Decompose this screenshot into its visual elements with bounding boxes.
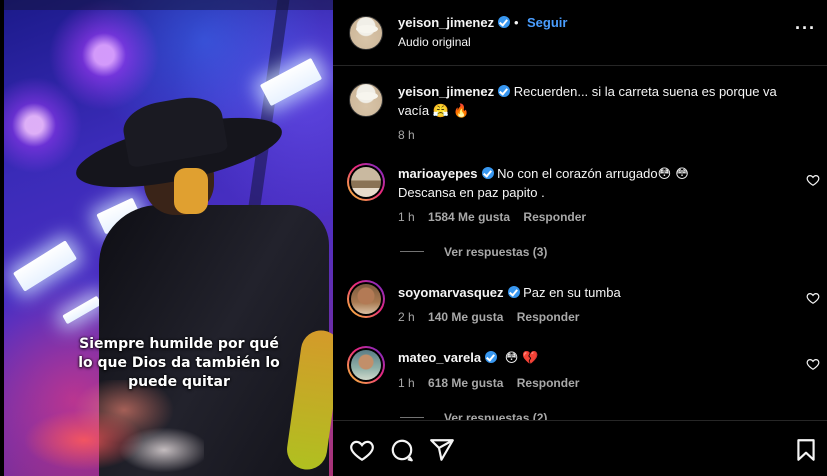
bookmark-icon[interactable]	[793, 437, 819, 463]
separator-dot: •	[514, 15, 519, 30]
caption-username[interactable]: yeison_jimenez	[398, 84, 494, 99]
heart-icon[interactable]	[349, 437, 375, 463]
more-horizontal-icon[interactable]: ···	[795, 18, 816, 39]
heart-icon[interactable]	[806, 357, 820, 371]
caption-time[interactable]: 8 h	[398, 128, 415, 142]
comment-username[interactable]: soyomarvasquez	[398, 285, 504, 300]
stage-light	[62, 295, 102, 325]
comment-likes[interactable]: 140 Me gusta	[428, 310, 503, 324]
reply-button[interactable]: Responder	[517, 310, 580, 324]
view-replies-button[interactable]: Ver respuestas (3)	[444, 245, 547, 259]
emoji: 😳 😳	[657, 167, 689, 182]
post-panel: yeison_jimenez • Seguir Audio original ·…	[333, 0, 827, 476]
verified-badge-icon	[507, 286, 520, 298]
reply-button[interactable]: Responder	[523, 210, 586, 224]
comment-time[interactable]: 1 h	[398, 210, 415, 224]
emoji: 😳 💔	[504, 351, 539, 366]
avatar[interactable]	[349, 83, 383, 117]
comment-time[interactable]: 2 h	[398, 310, 415, 324]
comment-text: mateo_varela 😳 💔	[398, 348, 539, 368]
heart-icon[interactable]	[806, 173, 820, 187]
stage-light	[12, 240, 78, 292]
caption-text-line2: vacía 😤 🔥	[398, 103, 470, 119]
comment-meta: 1 h 1584 Me gusta Responder	[398, 210, 586, 224]
avatar[interactable]	[347, 346, 385, 384]
replies-divider	[400, 251, 424, 252]
reel-video[interactable]: Siempre humilde por qué lo que Dios da t…	[4, 0, 333, 476]
comment-username[interactable]: marioayepes	[398, 166, 478, 181]
comment-time[interactable]: 1 h	[398, 376, 415, 390]
avatar[interactable]	[347, 163, 385, 201]
reply-button[interactable]: Responder	[517, 376, 580, 390]
share-icon[interactable]	[429, 437, 455, 463]
verified-badge-icon	[481, 167, 494, 179]
verified-badge-icon	[498, 85, 511, 97]
video-caption: Siempre humilde por qué lo que Dios da t…	[78, 336, 280, 390]
comment-likes[interactable]: 618 Me gusta	[428, 376, 503, 390]
emoji: 😤 🔥	[432, 104, 470, 119]
comment-text-line2: Descansa en paz papito .	[398, 185, 545, 200]
comment-meta: 2 h 140 Me gusta Responder	[398, 310, 579, 324]
audio-label[interactable]: Audio original	[398, 33, 471, 52]
post-header: yeison_jimenez • Seguir Audio original ·…	[333, 0, 827, 66]
header-username[interactable]: yeison_jimenez	[398, 15, 511, 30]
comment-icon[interactable]	[389, 437, 415, 463]
verified-badge-icon	[498, 16, 511, 28]
avatar[interactable]	[347, 280, 385, 318]
follow-button[interactable]: Seguir	[527, 15, 567, 30]
palm-artwork	[24, 380, 204, 476]
comment-text: soyomarvasquez Paz en su tumba	[398, 285, 621, 300]
verified-badge-icon	[485, 351, 498, 363]
caption-text: yeison_jimenez Recuerden... si la carret…	[398, 84, 777, 99]
comment-text: marioayepes No con el corazón arrugado😳 …	[398, 166, 689, 182]
action-bar	[333, 420, 827, 476]
heart-icon[interactable]	[806, 291, 820, 305]
avatar[interactable]	[349, 16, 383, 50]
comment-likes[interactable]: 1584 Me gusta	[428, 210, 510, 224]
replies-divider	[400, 417, 424, 418]
comment-username[interactable]: mateo_varela	[398, 350, 481, 365]
comment-meta: 1 h 618 Me gusta Responder	[398, 376, 579, 390]
